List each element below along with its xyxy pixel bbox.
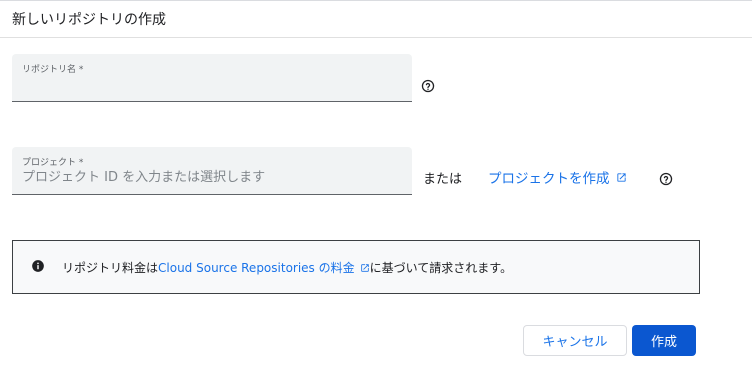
info-icon bbox=[32, 260, 44, 272]
repository-name-field[interactable]: リポジトリ名 * bbox=[12, 54, 412, 102]
open-in-new-icon bbox=[360, 263, 369, 272]
project-input[interactable] bbox=[22, 168, 397, 186]
open-in-new-icon bbox=[616, 172, 626, 182]
create-project-link-label: プロジェクトを作成 bbox=[488, 171, 610, 187]
pricing-link[interactable]: Cloud Source Repositories の料金 bbox=[158, 259, 370, 276]
dialog-title: 新しいリポジトリの作成 bbox=[12, 12, 166, 28]
repository-name-label: リポジトリ名 * bbox=[22, 65, 84, 75]
project-label: プロジェクト * bbox=[22, 158, 84, 168]
pricing-info-text: リポジトリ料金は Cloud Source Repositories の料金 に… bbox=[62, 259, 512, 276]
help-circle-icon[interactable] bbox=[421, 79, 435, 93]
or-text: または bbox=[423, 172, 463, 187]
pricing-info-box: リポジトリ料金は Cloud Source Repositories の料金 に… bbox=[12, 240, 700, 294]
top-border bbox=[0, 0, 752, 1]
create-repository-dialog: 新しいリポジトリの作成 リポジトリ名 * プロジェクト * または プロジェクト… bbox=[0, 0, 752, 388]
cancel-button[interactable]: キャンセル bbox=[523, 325, 627, 356]
title-divider bbox=[0, 37, 752, 38]
pricing-link-label: Cloud Source Repositories の料金 bbox=[158, 261, 355, 275]
project-field[interactable]: プロジェクト * bbox=[12, 147, 412, 195]
create-button[interactable]: 作成 bbox=[632, 325, 696, 356]
create-project-link[interactable]: プロジェクトを作成 bbox=[488, 167, 627, 187]
pricing-text-after: に基づいて請求されます。 bbox=[369, 261, 513, 275]
pricing-text-before: リポジトリ料金は bbox=[62, 261, 159, 275]
repository-name-input[interactable] bbox=[22, 75, 397, 93]
help-circle-icon[interactable] bbox=[659, 172, 673, 186]
